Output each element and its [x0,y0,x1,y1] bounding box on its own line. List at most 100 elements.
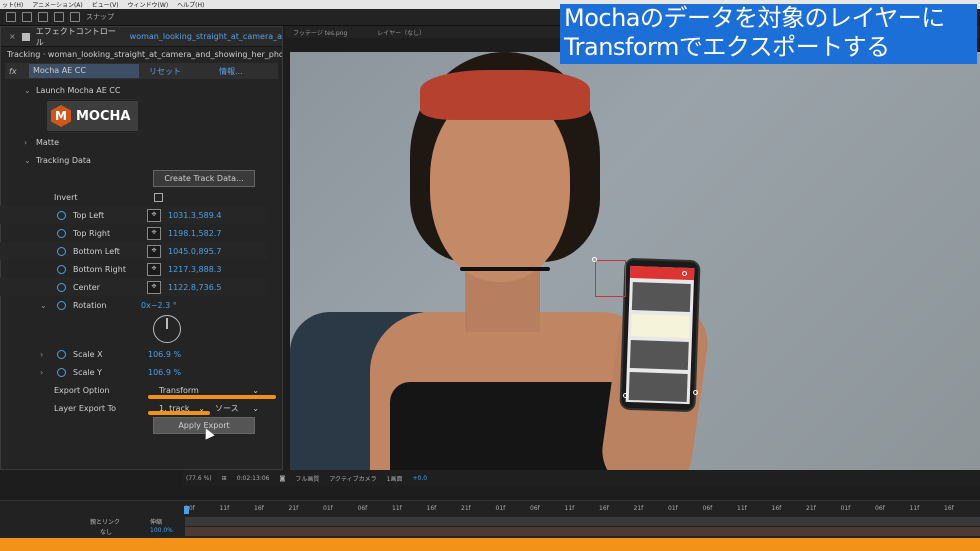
stopwatch-icon[interactable] [57,264,66,274]
tracking-data-row[interactable]: ⌄ Tracking Data [0,151,268,169]
tab-footage[interactable]: フッテージ tes.png [293,28,347,37]
crosshair-icon[interactable]: ⌖ [147,208,161,222]
ruler-tick-label: 21f [633,505,644,512]
menu-item-help-fragment[interactable]: ット(H) [2,0,23,9]
camera-select[interactable]: アクティブカメラ [329,474,376,483]
time-ruler[interactable]: 10f 11f 16f 21f 01f 06f 11f 16f 21f 01f 06f 11f 16f 2… [185,505,980,515]
title-line-2: Transformでエクスポートする [564,33,890,61]
current-time-indicator[interactable] [184,506,189,514]
param-value[interactable]: 1217.3,888.3 [168,265,221,274]
reset-link[interactable]: リセット [149,66,219,77]
crosshair-icon[interactable]: ⌖ [147,262,161,276]
scale-y-row: › Scale Y 106.9 % [0,363,268,381]
scale-y-value[interactable]: 106.9 % [148,368,181,377]
stopwatch-icon[interactable] [57,300,66,310]
ruler-tick-label: 06f [530,505,540,512]
param-label: Top Right [73,228,111,238]
composition-viewer[interactable] [290,52,980,470]
menu-item-window[interactable]: ウィンドウ(W) [128,0,169,9]
chevron-right-icon[interactable]: › [40,368,57,377]
quality-select[interactable]: フル画質 [295,474,319,483]
phone-layer[interactable] [619,257,701,413]
stopwatch-icon[interactable] [57,367,66,377]
panel-color-icon [21,32,30,41]
fx-toggle-icon[interactable]: fx [5,67,29,76]
effect-controls-tab[interactable]: × エフェクトコントロール woman_looking_straight_at_… [1,27,282,47]
tools-toolbar: スナップ [0,9,560,26]
stopwatch-icon[interactable] [57,282,66,292]
ruler-tick-label: 21f [806,505,816,512]
launch-mocha-button[interactable]: M MOCHA [47,101,138,131]
ruler-tick-label: 16f [254,505,264,512]
ruler-tick-label: 11f [909,505,920,512]
param-value[interactable]: 1198.1,582.7 [168,229,221,238]
about-link[interactable]: 情報... [219,66,243,77]
parent-column-label: 親とリンク [90,519,121,526]
puppet-tool-icon[interactable] [54,12,64,22]
stopwatch-icon[interactable] [57,349,66,359]
menu-item-animation[interactable]: アニメーション(A) [32,0,83,9]
parent-value[interactable]: なし [100,527,112,536]
brush-tool-icon[interactable] [38,12,48,22]
launch-mocha-row[interactable]: ⌄ Launch Mocha AE CC [0,81,268,99]
screen-card [631,282,691,313]
corner-pin-handle[interactable] [693,390,698,395]
param-label: Center [73,282,100,292]
matte-label: Matte [36,137,59,147]
close-icon[interactable]: × [9,32,16,41]
exposure-value[interactable]: +0.0 [413,475,428,482]
param-value[interactable]: 1122.8,736.5 [168,283,221,292]
corner-pin-handle[interactable] [623,393,628,398]
ruler-tick-label: 01f [840,505,851,512]
param-row-center: Center ⌖ 1122.8,736.5 [0,278,268,296]
rotation-dial[interactable] [153,315,181,343]
ruler-tick-label: 06f [875,505,885,512]
stopwatch-icon[interactable] [57,228,66,238]
param-row-top-left: Top Left ⌖ 1031.3,589.4 [0,206,268,224]
crosshair-icon[interactable]: ⌖ [147,244,161,258]
stopwatch-icon[interactable] [57,246,66,256]
param-row-top-right: Top Right ⌖ 1198.1,582.7 [0,224,268,242]
tab-layer[interactable]: レイヤー（なし） [377,28,425,37]
views-select[interactable]: 1画面 [387,474,403,483]
stretch-column-label: 伸縮 [150,519,163,526]
invert-checkbox[interactable] [154,192,163,202]
stopwatch-icon[interactable] [57,210,66,220]
layer-track-bar[interactable] [185,527,980,536]
layer-export-label: Layer Export To [54,403,116,413]
source-select[interactable]: ソース ⌄ [211,401,263,415]
snap-checkbox-icon[interactable] [70,12,80,22]
effect-header-row[interactable]: fx Mocha AE CC リセット 情報... [5,63,278,79]
crosshair-icon[interactable]: ⌖ [147,226,161,240]
zoom-select[interactable]: (77.6 %) [186,475,212,482]
menu-item-view[interactable]: ビュー(V) [92,0,119,9]
camera-snapshot-icon[interactable]: ◙ [279,475,285,482]
layer-bounding-box[interactable] [595,260,626,297]
chevron-right-icon[interactable]: › [40,350,57,359]
stretch-value[interactable]: 100.0% [150,527,173,534]
text-tool-icon[interactable] [22,12,32,22]
layer-track-bar[interactable] [185,517,980,526]
param-value[interactable]: 1031.3,589.4 [168,211,221,220]
chevron-down-icon[interactable]: ⌄ [40,301,57,310]
matte-row[interactable]: › Matte [0,133,268,151]
menu-item-help[interactable]: ヘルプ(H) [177,0,204,9]
create-track-data-button[interactable]: Create Track Data... [153,170,255,187]
mocha-logo-icon: M [51,105,71,127]
ruler-tick-label: 21f [288,505,299,512]
invert-row: Invert [0,188,268,206]
param-value[interactable]: 1045.0,895.7 [168,247,221,256]
chevron-down-icon[interactable]: ⌄ [24,156,36,165]
grid-icon[interactable]: ⊞ [222,475,227,482]
pen-tool-icon[interactable] [6,12,16,22]
screen-card [630,314,690,339]
corner-pin-handle[interactable] [592,257,597,262]
chevron-down-icon[interactable]: ⌄ [24,86,36,95]
timecode[interactable]: 0:02:13:06 [237,475,270,482]
subject-face [430,92,570,282]
crosshair-icon[interactable]: ⌖ [147,280,161,294]
scale-x-value[interactable]: 106.9 % [148,350,181,359]
corner-pin-handle[interactable] [682,271,687,276]
chevron-right-icon[interactable]: › [24,138,36,147]
rotation-value[interactable]: 0x−2.3 ° [141,301,177,310]
